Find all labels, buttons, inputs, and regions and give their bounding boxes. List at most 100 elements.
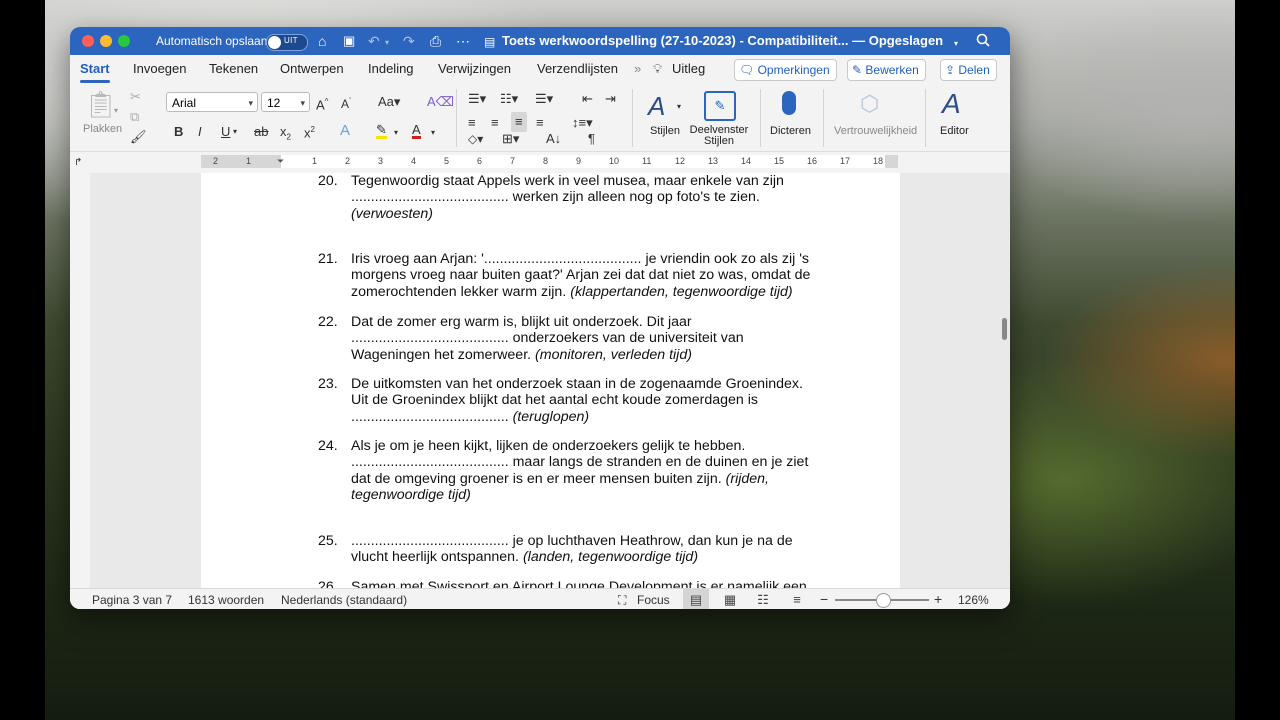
zoom-in-icon[interactable]: + xyxy=(934,591,942,607)
item-hint: (landen, tegenwoordige tijd) xyxy=(522,549,699,566)
font-color-dropdown-icon[interactable]: ▾ xyxy=(431,125,435,141)
zoom-level[interactable]: 126% xyxy=(958,593,989,607)
styles-pane-label: Deelvenster Stijlen xyxy=(689,124,749,147)
sensitivity-icon[interactable]: ⬡ xyxy=(860,91,879,117)
item-line: Wageningen het zomerweer. xyxy=(351,346,532,363)
document-area[interactable]: 20. Tegenwoordig staat Appels werk in ve… xyxy=(70,173,1010,588)
word-count[interactable]: 1613 woorden xyxy=(188,593,264,607)
web-layout-view-button[interactable]: ▦ xyxy=(717,589,743,609)
font-name-select[interactable]: Arial ▾ xyxy=(166,92,258,112)
ruler-number: 2 xyxy=(213,156,219,166)
microphone-icon[interactable] xyxy=(782,91,796,115)
minimize-window-button[interactable] xyxy=(100,35,112,47)
align-right-icon[interactable]: ≡ xyxy=(511,112,527,132)
autosave-toggle[interactable]: UIT xyxy=(266,34,308,51)
toggle-knob xyxy=(268,36,281,49)
paragraph-marks-icon[interactable]: ¶ xyxy=(588,131,595,147)
focus-icon[interactable]: ⛶ xyxy=(618,593,626,608)
bold-icon[interactable]: B xyxy=(174,124,183,140)
editor-icon[interactable]: A xyxy=(942,89,961,119)
status-bar: Pagina 3 van 7 1613 woorden Nederlands (… xyxy=(70,588,1010,609)
grow-font-icon[interactable]: A^ xyxy=(316,94,328,113)
shrink-font-icon[interactable]: Aˇ xyxy=(341,94,351,112)
save-icon[interactable]: ▣ xyxy=(343,33,355,49)
styles-dropdown-icon[interactable]: ▾ xyxy=(677,99,681,115)
more-tabs-button[interactable]: » xyxy=(634,61,641,76)
tab-indeling[interactable]: Indeling xyxy=(368,61,414,76)
ruler-number: 2 xyxy=(345,156,351,166)
tab-tekenen[interactable]: Tekenen xyxy=(209,61,258,76)
ruler-number: 5 xyxy=(444,156,450,166)
bullets-icon[interactable]: ☰▾ xyxy=(468,91,486,107)
close-window-button[interactable] xyxy=(82,35,94,47)
change-case-icon[interactable]: Aa▾ xyxy=(378,94,400,110)
fullscreen-window-button[interactable] xyxy=(118,35,130,47)
format-painter-icon[interactable]: 🖌︎ xyxy=(130,129,147,145)
underline-dropdown-icon[interactable]: ▾ xyxy=(233,124,237,140)
redo-icon[interactable]: ↷ xyxy=(403,33,415,49)
highlight-dropdown-icon[interactable]: ▾ xyxy=(394,125,398,141)
undo-icon[interactable]: ↶ xyxy=(368,33,380,49)
word-window: Automatisch opslaan UIT ⌂ ▣ ↶ ▾ ↷ ⎙ ⋯ ▤ … xyxy=(70,27,1010,609)
print-layout-view-button[interactable]: ▤ xyxy=(683,589,709,609)
document-page[interactable]: 20. Tegenwoordig staat Appels werk in ve… xyxy=(201,173,900,588)
borders-icon[interactable]: ⊞▾ xyxy=(502,131,519,147)
tab-stop-icon[interactable]: ↱ xyxy=(74,155,82,171)
sort-icon[interactable]: A↓ xyxy=(546,131,561,147)
paste-dropdown-icon[interactable]: ▾ xyxy=(114,103,118,119)
styles-icon[interactable]: A xyxy=(648,91,665,121)
subscript-icon[interactable]: x2 xyxy=(280,124,291,146)
document-title[interactable]: Toets werkwoordspelling (27-10-2023) - C… xyxy=(502,33,943,48)
share-button[interactable]: ⇪ Delen xyxy=(940,59,997,81)
print-icon[interactable]: ⎙ xyxy=(430,33,441,49)
edit-button[interactable]: ✎ Bewerken xyxy=(847,59,926,81)
zoom-slider[interactable] xyxy=(835,593,929,608)
home-icon[interactable]: ⌂ xyxy=(318,33,326,49)
comments-button[interactable]: 🗨︎ Opmerkingen xyxy=(734,59,837,81)
align-center-icon[interactable]: ≡ xyxy=(491,115,499,131)
tab-invoegen[interactable]: Invoegen xyxy=(133,61,187,76)
line-spacing-icon[interactable]: ↕≡▾ xyxy=(572,115,593,131)
paste-icon[interactable]: 📋︎ xyxy=(84,89,117,119)
tab-start[interactable]: Start xyxy=(80,61,110,83)
strikethrough-icon[interactable]: ab xyxy=(254,124,268,140)
font-size-select[interactable]: 12 ▾ xyxy=(261,92,310,112)
italic-icon[interactable]: I xyxy=(198,124,202,140)
increase-indent-icon[interactable]: ⇥ xyxy=(605,91,616,107)
item-number: 21. xyxy=(318,251,338,267)
draft-view-button[interactable]: ≡ xyxy=(784,589,810,609)
font-color-icon[interactable]: A xyxy=(412,123,421,139)
clear-formatting-icon[interactable]: A⌫ xyxy=(427,94,454,110)
numbering-icon[interactable]: ☷▾ xyxy=(500,91,518,107)
ruler-number: 1 xyxy=(246,156,252,166)
more-icon[interactable]: ⋯ xyxy=(456,33,470,49)
copy-icon[interactable]: ⧉ xyxy=(130,109,139,125)
horizontal-ruler[interactable]: ↱ 2 1 1 2 3 4 5 6 7 8 9 10 11 12 13 14 1… xyxy=(70,151,1010,174)
search-icon[interactable] xyxy=(976,33,990,50)
page-count[interactable]: Pagina 3 van 7 xyxy=(92,593,172,607)
tab-ontwerpen[interactable]: Ontwerpen xyxy=(280,61,344,76)
outline-view-button[interactable]: ☷ xyxy=(750,589,776,609)
superscript-icon[interactable]: x2 xyxy=(304,122,315,141)
zoom-out-icon[interactable]: − xyxy=(820,591,828,607)
text-effects-icon[interactable]: A xyxy=(340,123,350,139)
focus-button[interactable]: Focus xyxy=(637,593,670,607)
title-chevron-down-icon[interactable]: ▾ xyxy=(954,36,958,52)
underline-icon[interactable]: U xyxy=(221,124,230,140)
indent-marker-icon[interactable]: ⏷ xyxy=(277,156,284,167)
undo-dropdown-icon[interactable]: ▾ xyxy=(385,35,389,51)
tab-verzendlijsten[interactable]: Verzendlijsten xyxy=(537,61,618,76)
justify-icon[interactable]: ≡ xyxy=(536,115,544,131)
highlight-icon[interactable]: ✎ xyxy=(376,123,387,139)
cut-icon[interactable]: ✂ xyxy=(130,89,141,105)
multilevel-list-icon[interactable]: ☰▾ xyxy=(535,91,553,107)
language-indicator[interactable]: Nederlands (standaard) xyxy=(281,593,407,607)
vertical-scrollbar[interactable] xyxy=(1002,318,1007,340)
styles-pane-icon[interactable]: ✎ xyxy=(704,91,736,121)
tab-verwijzingen[interactable]: Verwijzingen xyxy=(438,61,511,76)
shading-icon[interactable]: ◇▾ xyxy=(468,131,483,147)
zoom-slider-knob[interactable] xyxy=(875,593,891,608)
decrease-indent-icon[interactable]: ⇤ xyxy=(582,91,593,107)
align-left-icon[interactable]: ≡ xyxy=(468,115,476,131)
tell-me-button[interactable]: Uitleg xyxy=(672,61,705,76)
